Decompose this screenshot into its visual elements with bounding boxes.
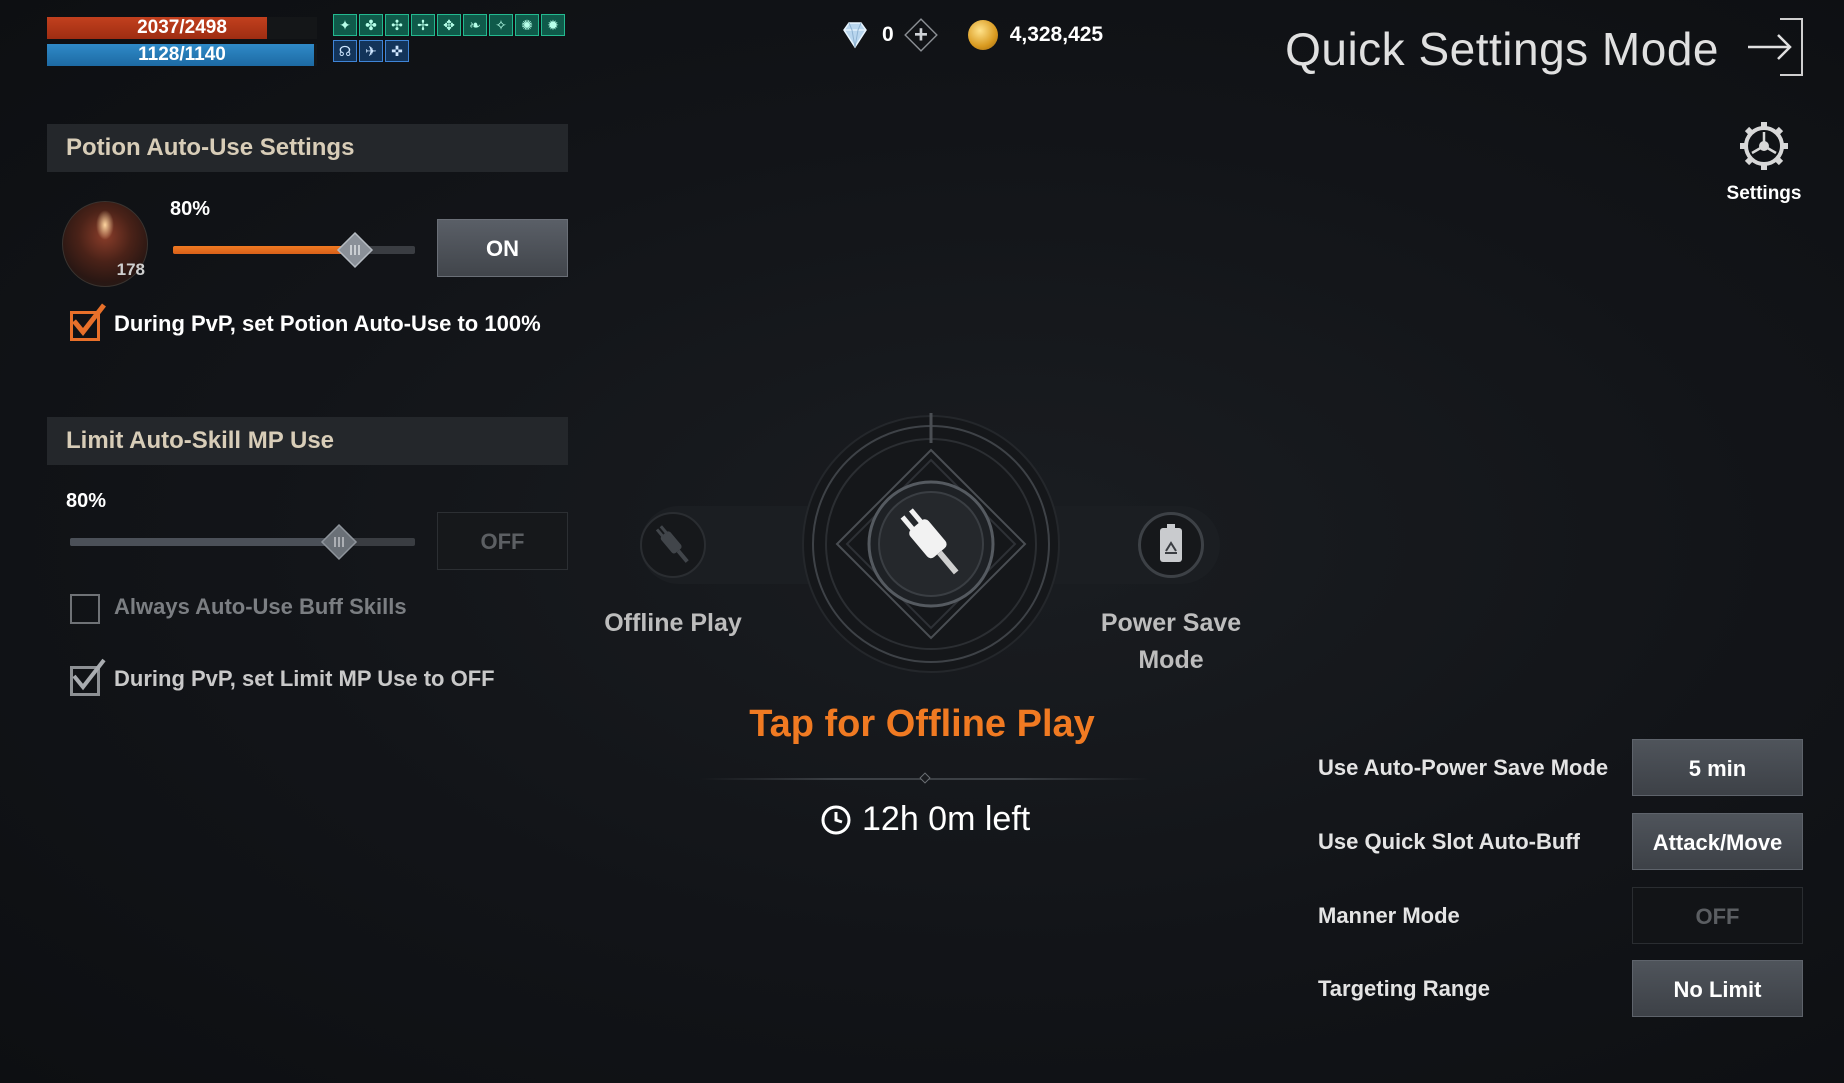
option-label: Use Quick Slot Auto-Buff <box>1318 829 1580 854</box>
mp-pvp-checkbox-row[interactable]: During PvP, set Limit MP Use to OFF <box>68 658 495 696</box>
settings-button[interactable]: Settings <box>1724 120 1804 205</box>
power-save-button[interactable] <box>1138 512 1204 578</box>
settings-label: Settings <box>1726 183 1802 204</box>
offline-play-button[interactable] <box>640 512 706 578</box>
buff-icon[interactable]: ❧ <box>463 14 487 36</box>
potion-count: 178 <box>116 260 145 279</box>
time-left: 12h 0m left <box>820 800 1030 839</box>
divider-diamond-icon <box>919 772 931 784</box>
hp-text: 2037/2498 <box>137 17 227 38</box>
option-value-button[interactable]: Attack/Move <box>1632 813 1803 870</box>
potion-section-header: Potion Auto-Use Settings <box>47 124 568 172</box>
buff-icon[interactable]: ✜ <box>385 40 409 62</box>
hp-bar: 2037/2498 <box>47 17 317 39</box>
mp-slider-handle[interactable] <box>320 523 358 561</box>
page-title: Quick Settings Mode <box>1285 23 1719 75</box>
diamond-icon <box>838 18 872 52</box>
potion-toggle-button[interactable]: ON <box>437 219 568 277</box>
option-value-button[interactable]: No Limit <box>1632 960 1803 1017</box>
currency-bar: 0 + 4,328,425 <box>838 18 1103 52</box>
mp-text: 1128/1140 <box>138 44 226 65</box>
mp-slider[interactable] <box>70 523 415 561</box>
buff-skills-checkbox-row[interactable]: Always Auto-Use Buff Skills <box>68 590 407 624</box>
option-label: Manner Mode <box>1318 903 1460 928</box>
gear-icon <box>1740 122 1788 170</box>
gold-count: 4,328,425 <box>1009 23 1104 46</box>
option-label: Use Auto-Power Save Mode <box>1318 755 1609 780</box>
buff-icon[interactable]: ✤ <box>359 14 383 36</box>
add-gems-button[interactable]: + <box>903 18 938 52</box>
plug-icon <box>655 525 689 563</box>
buff-icon[interactable]: ✧ <box>489 14 513 36</box>
potion-percent: 80% <box>170 198 211 220</box>
mp-pvp-label: During PvP, set Limit MP Use to OFF <box>114 666 495 691</box>
mp-slider-fill <box>70 538 340 546</box>
option-value-button[interactable]: OFF <box>1632 887 1803 944</box>
mp-section-header: Limit Auto-Skill MP Use <box>47 417 568 465</box>
gem-count: 0 <box>882 23 894 46</box>
power-save-label: Power Save Mode <box>1100 609 1242 674</box>
checkbox-checked-icon[interactable] <box>68 303 106 341</box>
potion-pvp-label: During PvP, set Potion Auto-Use to 100% <box>114 311 541 336</box>
clock-icon <box>821 805 851 834</box>
buff-icons-row-2: ☊ ✈ ✜ <box>333 40 409 62</box>
buff-icon[interactable]: ☊ <box>333 40 357 62</box>
potion-slider-fill <box>173 246 355 254</box>
buff-skills-label: Always Auto-Use Buff Skills <box>114 594 407 619</box>
buff-icon[interactable]: ✢ <box>411 14 435 36</box>
battery-recycle-icon <box>1160 524 1182 562</box>
buff-icon[interactable]: ✈ <box>359 40 383 62</box>
time-left-text: 12h 0m left <box>862 800 1031 838</box>
potion-icon: 178 <box>62 201 148 287</box>
potion-slider[interactable] <box>173 231 415 269</box>
buff-icon[interactable]: ✺ <box>515 14 539 36</box>
buff-icon[interactable]: ✹ <box>541 14 565 36</box>
offline-play-label: Offline Play <box>604 609 742 637</box>
mp-bar: 1128/1140 <box>47 44 317 66</box>
buff-icons-row-1: ✦ ✤ ✣ ✢ ✥ ❧ ✧ ✺ ✹ <box>333 14 565 36</box>
tap-offline-play-text[interactable]: Tap for Offline Play <box>0 703 1844 746</box>
potion-slider-handle[interactable] <box>336 231 374 269</box>
option-value-button[interactable]: 5 min <box>1632 739 1803 796</box>
potion-pvp-checkbox-row[interactable]: During PvP, set Potion Auto-Use to 100% <box>68 303 541 341</box>
mp-toggle-button[interactable]: OFF <box>437 512 568 570</box>
offline-play-dial[interactable] <box>800 413 1062 675</box>
checkbox-unchecked-icon[interactable] <box>68 590 102 624</box>
checkbox-checked-icon[interactable] <box>68 658 106 696</box>
offline-dial-area: Offline Play Power Save Mode <box>604 410 1241 690</box>
option-label: Targeting Range <box>1318 976 1490 1001</box>
gold-coin-icon <box>967 20 998 50</box>
buff-icon[interactable]: ✥ <box>437 14 461 36</box>
exit-icon[interactable] <box>1746 17 1804 77</box>
buff-icon[interactable]: ✦ <box>333 14 357 36</box>
mp-percent: 80% <box>66 490 107 512</box>
buff-icon[interactable]: ✣ <box>385 14 409 36</box>
